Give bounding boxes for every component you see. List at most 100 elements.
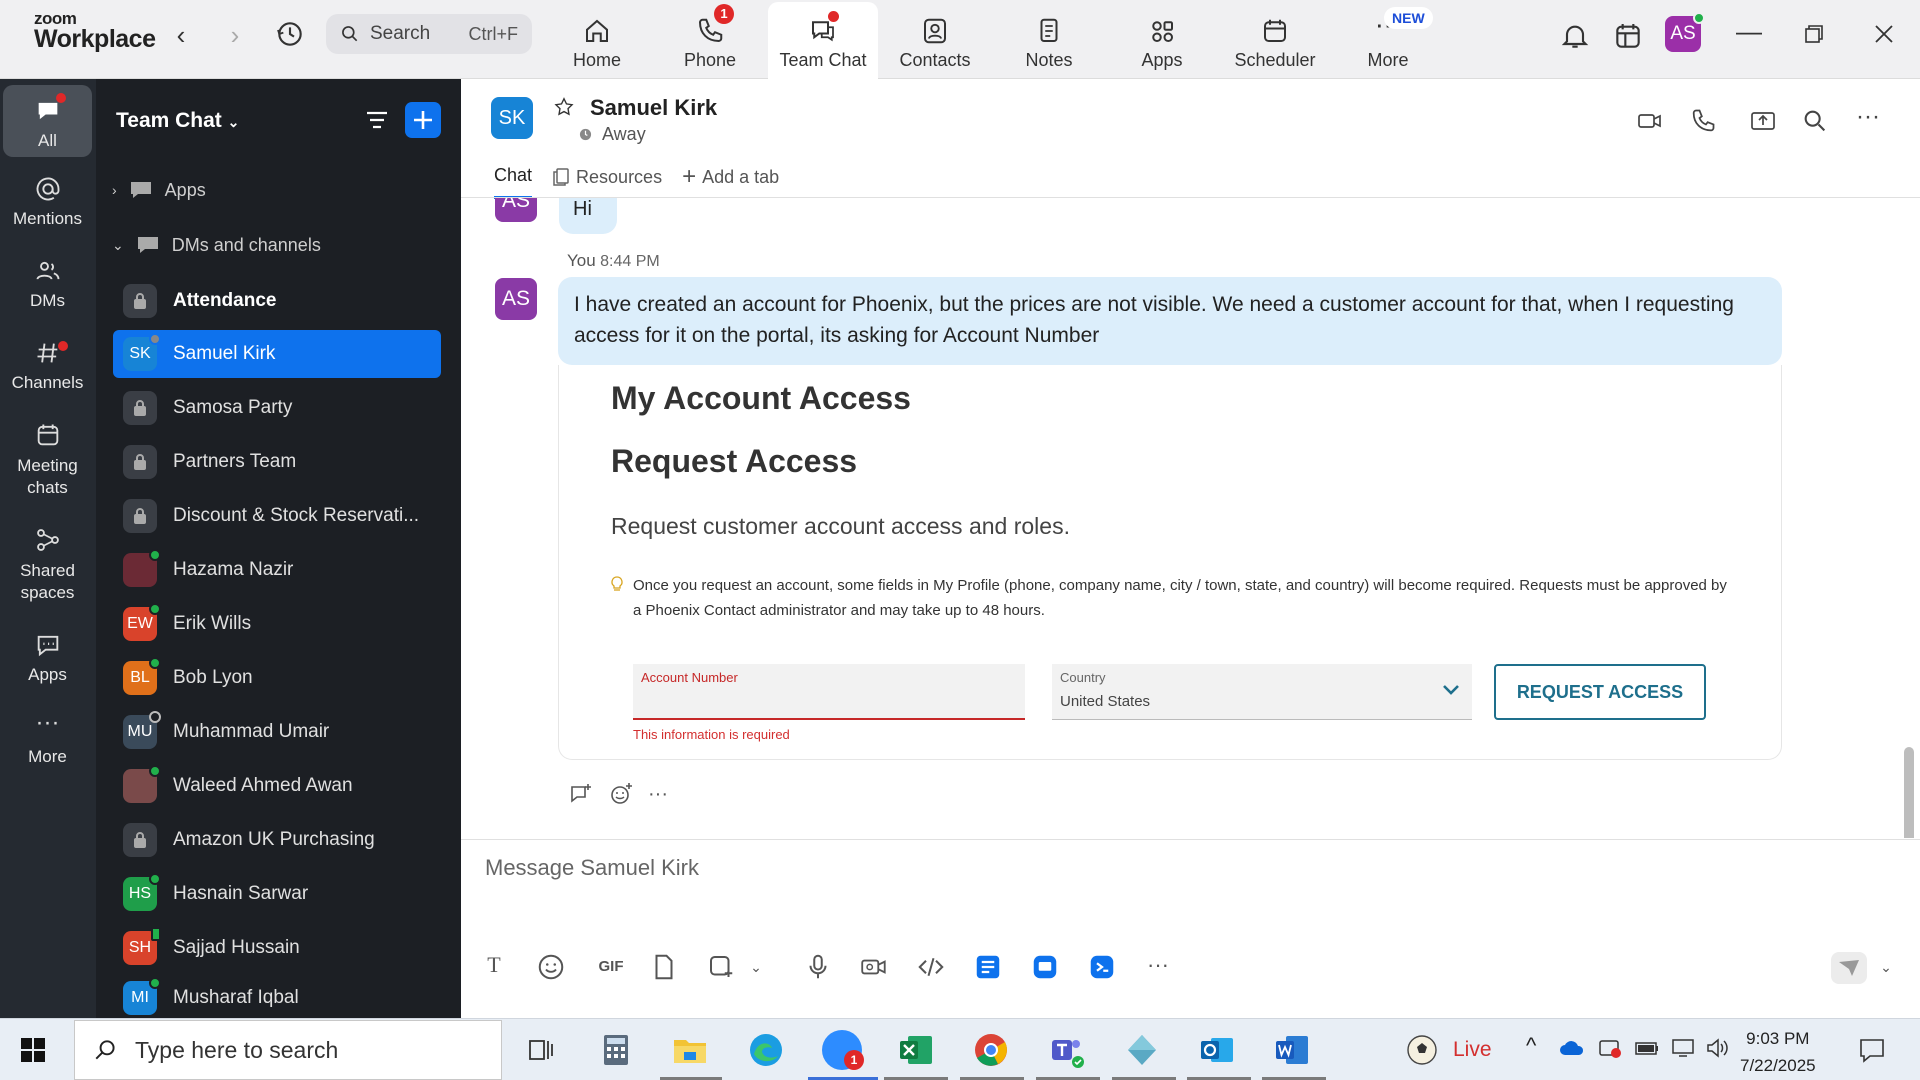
rail-item-dms[interactable]: DMs <box>3 257 92 311</box>
scrollbar[interactable] <box>1904 747 1914 838</box>
file-explorer-icon[interactable] <box>670 1030 710 1070</box>
chevron-up-icon[interactable]: ^ <box>1526 1033 1536 1059</box>
volume-icon[interactable] <box>1705 1037 1731 1059</box>
network-icon[interactable] <box>1670 1037 1698 1059</box>
teams-icon[interactable] <box>1046 1030 1086 1070</box>
back-arrow-icon[interactable]: ‹ <box>166 20 196 51</box>
windows-start-icon[interactable] <box>20 1037 46 1063</box>
rail-item-meeting-chats[interactable]: Meeting chats <box>3 421 92 499</box>
tab-notes[interactable]: Notes <box>994 2 1104 79</box>
search-icon[interactable] <box>1801 107 1829 135</box>
list-item[interactable]: MU Muhammad Umair <box>113 708 441 756</box>
filter-icon[interactable] <box>358 101 396 139</box>
history-icon[interactable] <box>274 18 306 50</box>
system-clock[interactable]: 9:03 PM 7/22/2025 <box>1740 1025 1816 1079</box>
tab-home[interactable]: Home <box>542 2 652 79</box>
security-icon[interactable] <box>1597 1037 1623 1061</box>
tab-phone[interactable]: Phone 1 <box>655 2 765 79</box>
video-call-icon[interactable] <box>1636 107 1664 135</box>
send-options-chevron-icon[interactable]: ⌄ <box>1871 952 1901 982</box>
list-item[interactable]: MI Musharaf Iqbal <box>113 978 441 1018</box>
search-input[interactable]: Search Ctrl+F <box>326 14 532 54</box>
zoom-taskbar-icon[interactable]: 1 <box>822 1030 864 1070</box>
word-icon[interactable] <box>1272 1030 1312 1070</box>
task-view-icon[interactable] <box>520 1030 560 1070</box>
list-item[interactable]: Samosa Party <box>113 384 441 432</box>
video-message-icon[interactable] <box>859 952 889 982</box>
list-item[interactable]: SK Samuel Kirk <box>113 330 441 378</box>
screenshot-icon[interactable] <box>706 952 736 982</box>
share-screen-icon[interactable] <box>1749 107 1777 135</box>
tab-contacts[interactable]: Contacts <box>880 2 990 79</box>
rail-item-channels[interactable]: Channels <box>3 339 92 393</box>
tab-scheduler[interactable]: Scheduler <box>1220 2 1330 79</box>
list-item[interactable]: Hazama Nazir <box>113 546 441 594</box>
list-item[interactable]: SH Sajjad Hussain <box>113 924 441 972</box>
taskbar-search-input[interactable]: Type here to search <box>74 1020 502 1080</box>
format-text-icon[interactable]: T <box>479 952 509 982</box>
whiteboard-app-icon[interactable] <box>1030 952 1060 982</box>
list-item[interactable]: HS Hasnain Sarwar <box>113 870 441 918</box>
reply-icon[interactable] <box>568 781 594 807</box>
emoji-icon[interactable] <box>536 952 566 982</box>
tab-apps[interactable]: Apps <box>1107 2 1217 79</box>
zoom-app-icon[interactable] <box>1087 952 1117 982</box>
onedrive-icon[interactable] <box>1559 1039 1585 1057</box>
list-item[interactable]: Amazon UK Purchasing <box>113 816 441 864</box>
notification-center-icon[interactable] <box>1858 1037 1886 1063</box>
section-apps[interactable]: › Apps <box>112 179 206 201</box>
file-icon[interactable] <box>649 952 679 982</box>
list-item[interactable]: BL Bob Lyon <box>113 654 441 702</box>
chrome-icon[interactable] <box>971 1030 1011 1070</box>
phone-call-icon[interactable] <box>1689 107 1717 135</box>
more-tools-icon[interactable]: ··· <box>1143 952 1173 982</box>
tab-resources[interactable]: Resources <box>552 165 662 199</box>
docs-app-icon[interactable] <box>973 952 1003 982</box>
calculator-icon[interactable] <box>596 1030 636 1070</box>
rail-item-apps[interactable]: Apps <box>3 631 92 685</box>
live-label[interactable]: Live <box>1453 1038 1492 1062</box>
forward-arrow-icon[interactable]: › <box>220 20 250 51</box>
more-options-icon[interactable]: ··· <box>1856 103 1880 131</box>
soccer-ball-icon[interactable] <box>1405 1033 1439 1067</box>
message-bubble[interactable]: Hi <box>559 198 617 234</box>
list-item[interactable]: Attendance <box>113 277 441 325</box>
minimize-icon[interactable]: — <box>1736 16 1762 47</box>
close-icon[interactable] <box>1872 22 1896 46</box>
rail-item-mentions[interactable]: Mentions <box>3 175 92 229</box>
chevron-down-icon[interactable]: ⌄ <box>741 952 771 982</box>
edge-browser-icon[interactable] <box>746 1030 786 1070</box>
contact-name[interactable]: Samuel Kirk <box>590 95 717 121</box>
tab-team-chat[interactable]: Team Chat <box>768 2 878 80</box>
message-composer[interactable]: Message Samuel Kirk T GIF ⌄ ··· ⌄ <box>461 839 1920 1018</box>
outlook-icon[interactable] <box>1197 1030 1237 1070</box>
panel-title-dropdown[interactable]: Team Chat ⌄ <box>116 109 239 133</box>
list-item[interactable]: EW Erik Wills <box>113 600 441 648</box>
message-bubble[interactable]: I have created an account for Phoenix, b… <box>558 277 1782 365</box>
send-icon[interactable] <box>1831 952 1867 984</box>
add-button[interactable] <box>404 101 442 139</box>
code-snippet-icon[interactable] <box>916 952 946 982</box>
star-icon[interactable] <box>553 96 575 118</box>
list-item[interactable]: Partners Team <box>113 438 441 486</box>
screenshot-attachment[interactable]: My Account Access Request Access Request… <box>558 365 1782 760</box>
section-dms-and-channels[interactable]: ⌄ DMs and channels <box>112 234 321 256</box>
more-actions-icon[interactable]: ··· <box>648 783 668 806</box>
battery-icon[interactable] <box>1634 1039 1660 1057</box>
add-reaction-icon[interactable] <box>608 781 634 807</box>
list-item[interactable]: Waleed Ahmed Awan <box>113 762 441 810</box>
app-diamond-icon[interactable] <box>1122 1030 1162 1070</box>
bell-icon[interactable] <box>1559 20 1591 52</box>
tab-chat[interactable]: Chat <box>494 165 533 199</box>
microphone-icon[interactable] <box>803 952 833 982</box>
calendar-icon[interactable] <box>1612 20 1644 52</box>
rail-item-all[interactable]: All <box>3 85 92 157</box>
excel-icon[interactable] <box>896 1030 936 1070</box>
restore-icon[interactable] <box>1802 22 1826 46</box>
rail-item-more[interactable]: ··· More <box>3 711 92 767</box>
list-item[interactable]: Discount & Stock Reservati... <box>113 492 441 540</box>
contact-avatar[interactable]: SK <box>491 97 533 139</box>
user-avatar[interactable]: AS <box>1665 12 1705 52</box>
add-tab-button[interactable]: + Add a tab <box>682 165 779 199</box>
gif-icon[interactable]: GIF <box>591 952 631 982</box>
